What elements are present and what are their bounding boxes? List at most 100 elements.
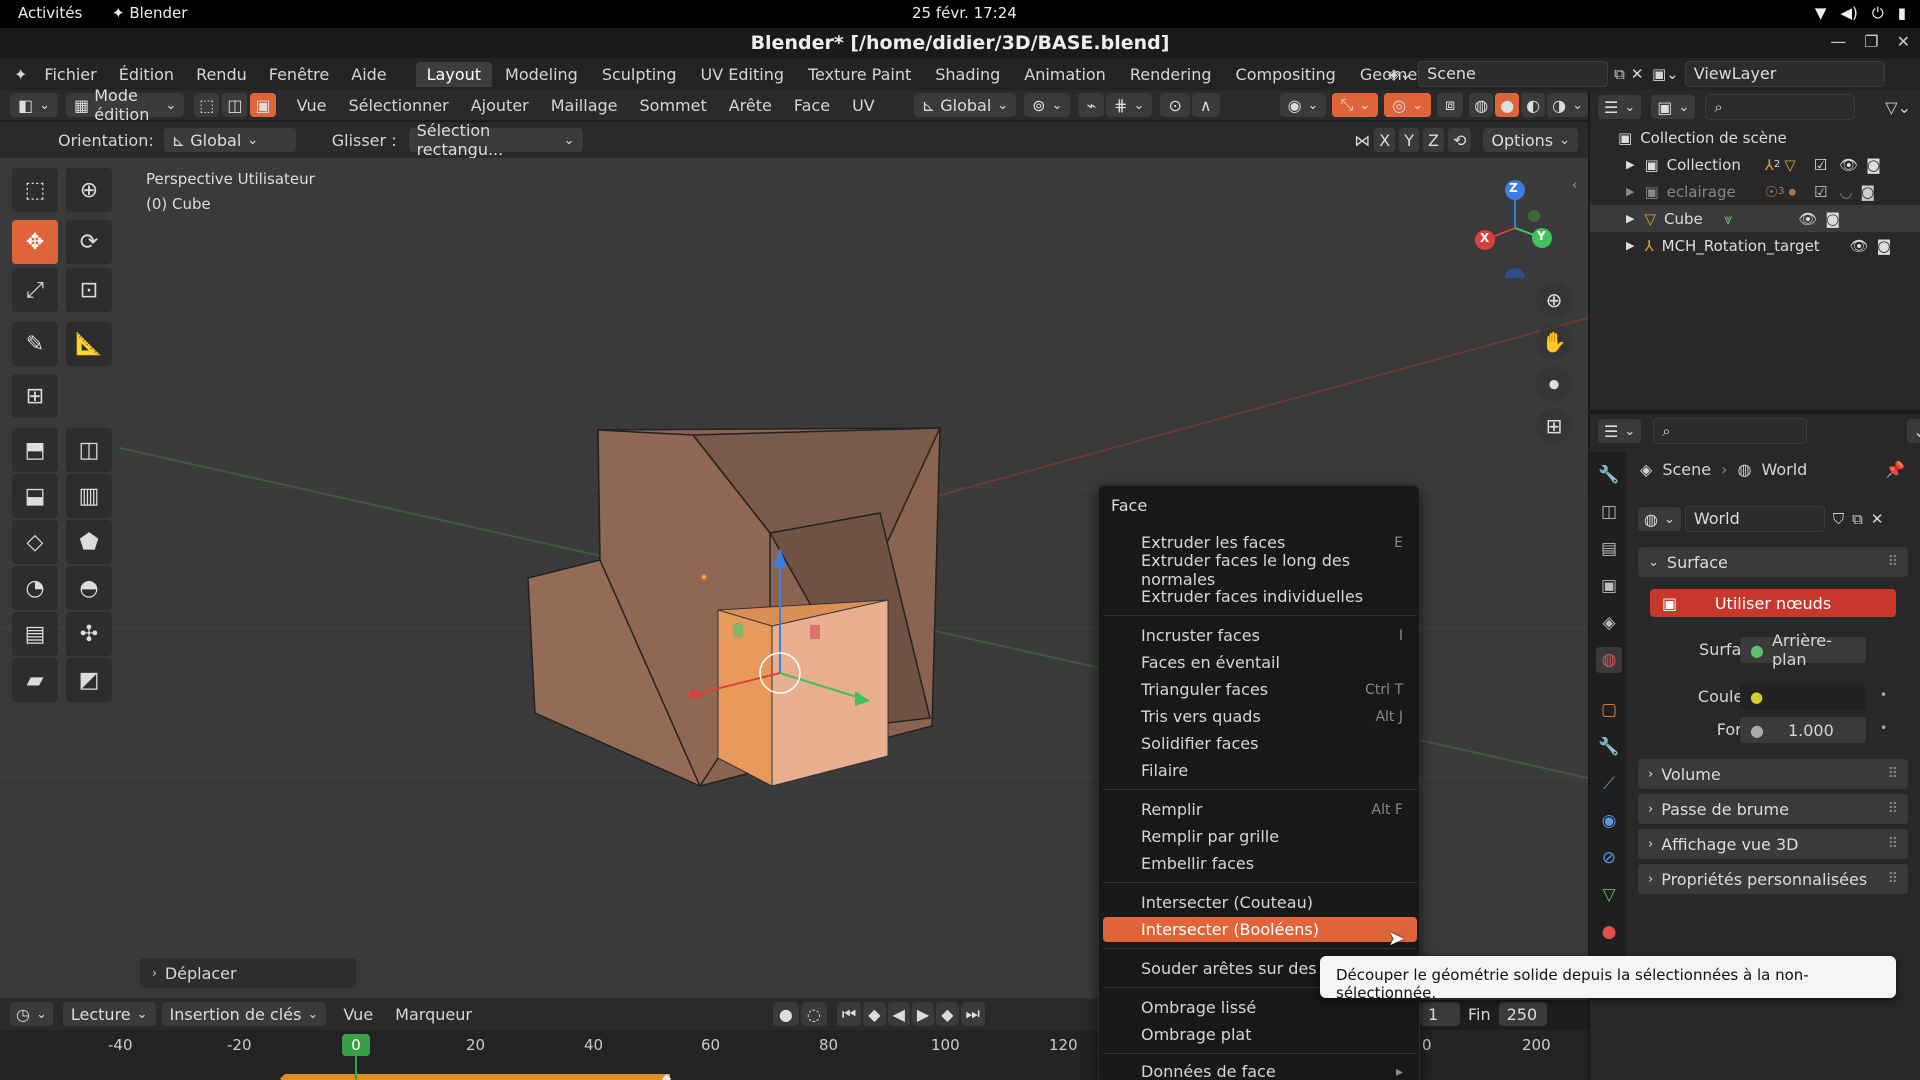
modifier-tab-icon[interactable]: 🔧 xyxy=(1596,734,1622,760)
smooth-icon[interactable]: ◓ xyxy=(66,566,112,610)
outliner-row-eclairage[interactable]: ▶ ▣ eclairage ☉ 3 ⏺ ☑ ◡ ◙ xyxy=(1590,178,1920,205)
tab-animation[interactable]: Animation xyxy=(1013,62,1117,87)
auto-key-icon[interactable]: ● xyxy=(772,1002,799,1026)
play-reverse-icon[interactable]: ◀ xyxy=(887,1002,910,1026)
tool-tab-icon[interactable]: 🔧 xyxy=(1596,462,1622,488)
viewport-display-panel-header[interactable]: › Affichage vue 3D ⠿ xyxy=(1638,829,1908,859)
loop-cut-icon[interactable]: ▥ xyxy=(66,474,112,518)
snap-target-select[interactable]: ⋕ xyxy=(1106,93,1153,117)
move-icon[interactable]: ✥ xyxy=(12,220,58,264)
knife-icon[interactable]: ◇ xyxy=(12,520,58,564)
physics-tab-icon[interactable]: ◉ xyxy=(1596,808,1622,834)
data-tab-icon[interactable]: ▽ xyxy=(1596,882,1622,908)
menu-vue[interactable]: Vue xyxy=(286,96,338,115)
edge-slide-icon[interactable]: ▤ xyxy=(12,612,58,656)
mist-pass-panel-header[interactable]: › Passe de brume ⠿ xyxy=(1638,794,1908,824)
play-icon[interactable]: ▶ xyxy=(911,1002,935,1026)
viewlayer-icon[interactable]: ▣⌄ xyxy=(1652,65,1679,83)
viewlayer-field[interactable]: ViewLayer xyxy=(1684,61,1885,87)
world-name-field[interactable]: World xyxy=(1684,506,1825,532)
xray-toggle[interactable]: ⧈ xyxy=(1437,93,1464,117)
menu-item-triangulate[interactable]: Trianguler faces Ctrl T xyxy=(1103,677,1417,702)
menu-item-solidify[interactable]: Solidifier faces xyxy=(1103,731,1417,756)
close-icon[interactable]: ✕ xyxy=(1897,32,1910,51)
world-browse-icon[interactable]: ◍ xyxy=(1638,507,1681,531)
outliner-row-mch-rotation-target[interactable]: ▶ ⅄ MCH_Rotation_target 👁 ◙ xyxy=(1590,232,1920,259)
visibility-select[interactable]: ◉ xyxy=(1279,93,1327,117)
keyframe-dot-icon[interactable]: • xyxy=(1880,688,1887,702)
inset-faces-icon[interactable]: ◫ xyxy=(66,428,112,472)
current-frame-indicator[interactable]: 0 xyxy=(342,1034,370,1056)
tab-layout[interactable]: Layout xyxy=(415,61,493,87)
use-nodes-button[interactable]: ▣ Utiliser nœuds xyxy=(1650,589,1896,617)
select-box-icon[interactable]: ⬚ xyxy=(12,168,58,212)
outliner-row-collection[interactable]: ▶ ▣ Collection ⅄ 2 ▽ ☑ 👁 ◙ xyxy=(1590,151,1920,178)
menu-maillage[interactable]: Maillage xyxy=(540,96,629,115)
expand-arrow-icon[interactable]: ▶ xyxy=(1626,158,1634,171)
menu-item-beautify-faces[interactable]: Embellir faces xyxy=(1103,851,1417,876)
render-tab-icon[interactable]: ◫ xyxy=(1596,499,1622,525)
drag-grip-icon[interactable]: ⠿ xyxy=(1888,836,1898,852)
menu-ajouter[interactable]: Ajouter xyxy=(460,96,540,115)
new-scene-icon[interactable]: ⧉ xyxy=(1614,65,1625,83)
gizmo-toggle[interactable]: ⤡ xyxy=(1332,93,1379,117)
scene-field[interactable]: Scene xyxy=(1418,61,1609,87)
delete-scene-icon[interactable]: ✕ xyxy=(1631,65,1644,83)
surface-shader-select[interactable]: ● Arrière-plan xyxy=(1740,631,1866,669)
cube-mesh[interactable] xyxy=(527,427,942,788)
spin-icon[interactable]: ◔ xyxy=(12,566,58,610)
keying-set-icon[interactable]: ◌ xyxy=(800,1002,827,1026)
prev-keyframe-icon[interactable]: ◆ xyxy=(863,1002,886,1026)
pin-icon[interactable]: 📌 xyxy=(1885,460,1905,479)
marker-menu[interactable]: Marqueur xyxy=(384,1005,483,1024)
maximize-icon[interactable]: ❐ xyxy=(1864,32,1878,51)
jump-end-icon[interactable]: ⏭ xyxy=(960,1002,985,1026)
menu-item-face-data[interactable]: Données de face ▸ xyxy=(1103,1059,1417,1080)
pan-hand-icon[interactable]: ✋ xyxy=(1536,324,1572,360)
render-camera-icon[interactable]: ◙ xyxy=(1861,183,1876,201)
overlay-toggle[interactable]: ◎ xyxy=(1384,93,1432,117)
menu-item-tris-to-quads[interactable]: Tris vers quads Alt J xyxy=(1103,704,1417,729)
menu-item-wireframe[interactable]: Filaire xyxy=(1103,758,1417,783)
jump-start-icon[interactable]: ⏮ xyxy=(836,1002,862,1026)
cursor-icon[interactable]: ⊕ xyxy=(66,168,112,212)
shrink-fatten-icon[interactable]: ✣ xyxy=(66,612,112,656)
tab-texture-paint[interactable]: Texture Paint xyxy=(797,62,922,87)
render-camera-icon[interactable]: ◙ xyxy=(1866,156,1881,174)
keyframe-icon[interactable]: ◆ xyxy=(280,1071,289,1080)
extrude-region-icon[interactable]: ⬒ xyxy=(12,428,58,472)
filter-icon[interactable]: ▽⌄ xyxy=(1885,98,1911,117)
new-world-icon[interactable]: ⧉ xyxy=(1852,510,1863,528)
menu-arete[interactable]: Arête xyxy=(718,96,783,115)
rip-region-icon[interactable]: ◩ xyxy=(66,658,112,702)
rendered-shading-icon[interactable]: ◑ xyxy=(1547,93,1588,117)
fake-user-icon[interactable]: ⛉ xyxy=(1833,510,1844,528)
system-tray[interactable]: ▼ ◀) ⏻ ▮ xyxy=(1815,4,1906,22)
bevel-icon[interactable]: ⬓ xyxy=(12,474,58,518)
checkbox-icon[interactable]: ☑ xyxy=(1814,156,1827,174)
eye-icon[interactable]: 👁 xyxy=(1839,156,1858,174)
render-camera-icon[interactable]: ◙ xyxy=(1826,210,1841,228)
topology-mirror-icon[interactable]: ⟲ xyxy=(1447,128,1472,152)
menu-item-shade-flat[interactable]: Ombrage plat xyxy=(1103,1022,1417,1047)
vertex-select-icon[interactable]: ⬚ xyxy=(194,93,220,117)
start-frame-field[interactable]: 1 xyxy=(1420,1002,1460,1026)
eye-icon[interactable]: 👁 xyxy=(1850,237,1869,255)
tab-shading[interactable]: Shading xyxy=(924,62,1011,87)
transform-icon[interactable]: ⊡ xyxy=(66,268,112,312)
surface-panel-header[interactable]: ⌄ Surface ⠿ xyxy=(1638,547,1908,577)
expand-arrow-icon[interactable]: ▶ xyxy=(1626,239,1634,252)
expand-arrow-icon[interactable]: ▶ xyxy=(1626,212,1634,225)
tab-modeling[interactable]: Modeling xyxy=(494,62,589,87)
shear-icon[interactable]: ▰ xyxy=(12,658,58,702)
tab-sculpting[interactable]: Sculpting xyxy=(591,62,688,87)
tab-rendering[interactable]: Rendering xyxy=(1119,62,1223,87)
falloff-icon[interactable]: ∧ xyxy=(1191,93,1220,117)
scale-icon[interactable]: ⤢ xyxy=(12,268,58,312)
last-operator-panel[interactable]: › Déplacer xyxy=(140,958,356,988)
drag-grip-icon[interactable]: ⠿ xyxy=(1888,871,1898,887)
tab-compositing[interactable]: Compositing xyxy=(1225,62,1347,87)
menu-edition[interactable]: Édition xyxy=(108,65,185,84)
edge-select-icon[interactable]: ◫ xyxy=(222,93,248,117)
menu-item-intersect-boolean[interactable]: Intersecter (Booléens) xyxy=(1103,917,1417,942)
